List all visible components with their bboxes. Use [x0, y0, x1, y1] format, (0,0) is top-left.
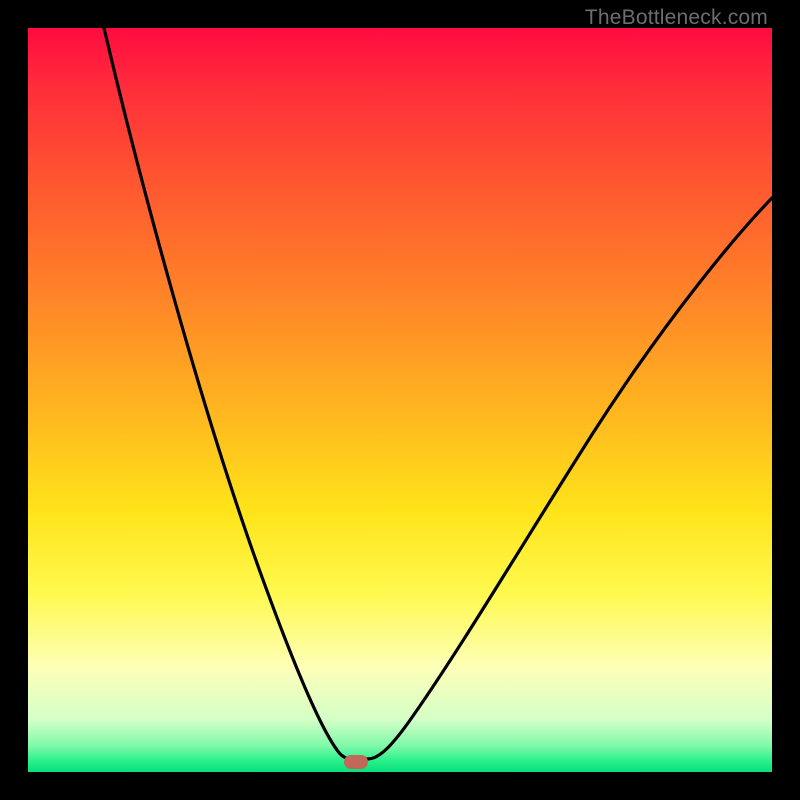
optimum-marker	[344, 755, 368, 769]
curve-path	[104, 28, 772, 759]
plot-area	[28, 28, 772, 772]
watermark-text: TheBottleneck.com	[585, 6, 768, 30]
bottleneck-curve	[28, 28, 772, 772]
chart-frame: TheBottleneck.com	[0, 0, 800, 800]
